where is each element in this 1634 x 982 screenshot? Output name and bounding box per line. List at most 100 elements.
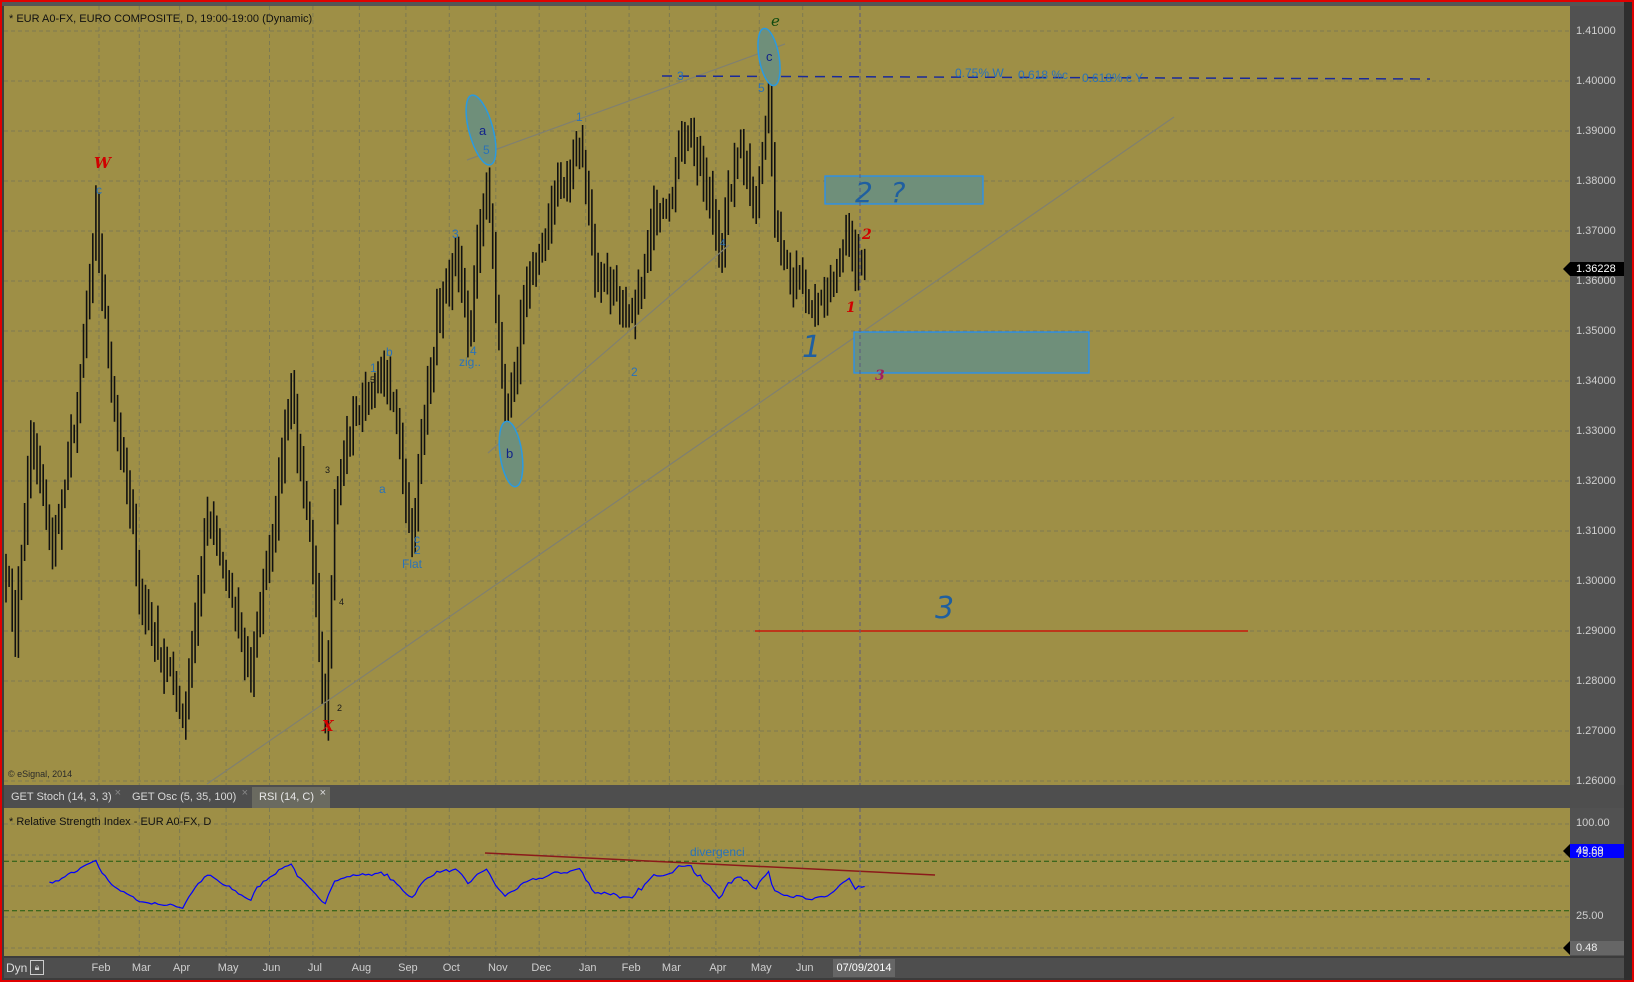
- label-3: 3: [452, 227, 459, 241]
- flat-label: Flat: [402, 557, 423, 571]
- month-tick-label: Dec: [531, 962, 551, 974]
- fib-label-w: 0.75% W: [955, 66, 1004, 80]
- big-wave-3-label: 3: [935, 591, 955, 626]
- price-tick-label: 1.27000: [1576, 725, 1616, 737]
- right-scrollbar-strip[interactable]: [1624, 2, 1632, 980]
- label-2-small: 2: [337, 703, 343, 713]
- month-tick-label: Mar: [661, 962, 681, 974]
- price-chart-pane[interactable]: * EUR A0-FX, EURO COMPOSITE, D, 19:00-19…: [4, 6, 1570, 785]
- current-price-tag: 1.36228: [1563, 262, 1624, 276]
- tab-get-osc[interactable]: GET Osc (5, 35, 100) ×: [125, 787, 252, 808]
- divergence-label: divergenci: [690, 845, 745, 859]
- tab-label: GET Osc (5, 35, 100): [132, 791, 237, 803]
- label-5: 5: [370, 375, 376, 385]
- label-1-upper: 1: [576, 110, 583, 124]
- month-tick-label: Oct: [442, 962, 460, 974]
- lock-icon[interactable]: 🔒︎: [30, 960, 44, 975]
- ellipse-c-5: 5: [758, 81, 765, 95]
- label-4-small: 4: [339, 597, 345, 607]
- price-tick-label: 1.34000: [1576, 375, 1616, 387]
- month-tick-label: Aug: [351, 962, 372, 974]
- drawing-layer: [206, 6, 1431, 785]
- wave-e-label: e: [771, 12, 780, 30]
- tab-label: GET Stoch (14, 3, 3): [11, 791, 112, 803]
- price-tick-label: 1.30000: [1576, 575, 1616, 587]
- close-icon[interactable]: ×: [320, 783, 326, 804]
- ellipse-b-label: b: [506, 446, 514, 461]
- red-3-label: 3: [875, 368, 885, 384]
- price-axis[interactable]: 1.36228 1.41000 1.40000 1.39000 1.38000 1.37…: [1563, 6, 1624, 787]
- time-axis[interactable]: Dyn 🔒︎ 07/09/2014 Feb Mar Apr May Jun Jul Aug S…: [4, 958, 1624, 978]
- ellipse-a-5: 5: [483, 143, 490, 157]
- wave-2-question-label: 2 ?: [855, 176, 906, 209]
- ellipse-a-label: a: [479, 123, 487, 138]
- wave-3-zone[interactable]: [853, 331, 1090, 374]
- price-tick-label: 1.31000: [1576, 525, 1616, 537]
- fib-label-c: 0.618 %c: [1018, 68, 1069, 82]
- month-tick-label: Sep: [398, 962, 418, 974]
- close-icon[interactable]: ×: [115, 783, 121, 804]
- month-tick-label: Feb: [621, 962, 641, 974]
- dynamic-mode-label[interactable]: Dyn: [6, 961, 27, 975]
- month-tick-label: Feb: [91, 962, 111, 974]
- month-tick-label: Jun: [795, 962, 814, 974]
- chart-title: * EUR A0-FX, EURO COMPOSITE, D, 19:00-19…: [9, 13, 313, 25]
- month-tick-label: Jun: [262, 962, 281, 974]
- price-tick-label: 1.28000: [1576, 675, 1616, 687]
- rsi-chart-svg: [4, 808, 1570, 956]
- upper-channel-line[interactable]: [466, 43, 786, 161]
- wave-c-label: c: [96, 183, 102, 197]
- rsi-tick-label: 100.00: [1576, 817, 1610, 829]
- red-2-label: 2: [862, 227, 872, 243]
- price-tick-label: 1.39000: [1576, 125, 1616, 137]
- rsi-line: [49, 859, 865, 910]
- tab-label: RSI (14, C): [259, 791, 315, 803]
- month-tick-label: Apr: [173, 962, 191, 974]
- tab-rsi[interactable]: RSI (14, C) ×: [252, 787, 330, 808]
- long-trendline[interactable]: [206, 116, 1175, 785]
- wave-w-label: W: [94, 154, 111, 172]
- close-icon[interactable]: ×: [242, 783, 248, 804]
- price-tick-label: 1.40000: [1576, 75, 1616, 87]
- copyright: © eSignal, 2014: [8, 769, 73, 779]
- price-tick-label: 1.29000: [1576, 625, 1616, 637]
- month-tick-label: Jan: [578, 962, 597, 974]
- wave-x-label: X: [322, 717, 334, 735]
- zig-label: zig..: [459, 355, 482, 369]
- cursor-date: 07/09/2014: [833, 959, 895, 977]
- label-2-lower: 2: [631, 365, 638, 379]
- rsi-pane[interactable]: * Relative Strength Index - EUR A0-FX, D…: [4, 808, 1570, 956]
- red-1-label: 1: [846, 300, 856, 316]
- month-tick-label: May: [750, 962, 772, 974]
- price-tick-label: 1.41000: [1576, 25, 1616, 37]
- label-b: b: [386, 345, 393, 359]
- big-wave-1-label: 1: [802, 330, 822, 365]
- price-tick-label: 1.37000: [1576, 225, 1616, 237]
- tab-get-stoch[interactable]: GET Stoch (14, 3, 3) ×: [4, 787, 125, 808]
- flat-2-label: 2: [414, 543, 421, 557]
- month-tick-label: May: [217, 962, 239, 974]
- month-tick-label: Jul: [307, 962, 322, 974]
- rsi-tick-label: 75.00: [1576, 848, 1604, 860]
- fib-label-cy: 0.618% c Y: [1082, 71, 1144, 85]
- label-1: 1: [370, 361, 377, 375]
- rsi-title: * Relative Strength Index - EUR A0-FX, D: [9, 816, 212, 828]
- month-tick-label: Mar: [131, 962, 151, 974]
- month-tick-label: Nov: [488, 962, 508, 974]
- label-a: a: [379, 482, 386, 496]
- rsi-min-tag: 0.48: [1563, 941, 1624, 955]
- indicator-tab-bar: GET Stoch (14, 3, 3) × GET Osc (5, 35, 10…: [4, 785, 1624, 808]
- rsi-axis[interactable]: 49.69 0.48 100.00 75.00 25.00: [1563, 808, 1624, 956]
- price-tick-label: 1.38000: [1576, 175, 1616, 187]
- ellipse-c-label: c: [766, 49, 773, 64]
- price-tick-label: 1.32000: [1576, 475, 1616, 487]
- price-tick-label: 1.36000: [1576, 275, 1616, 287]
- label-4-upper: 4: [720, 238, 726, 249]
- month-tick-label: Apr: [709, 962, 727, 974]
- rsi-tick-label: 25.00: [1576, 910, 1604, 922]
- price-tick-label: 1.35000: [1576, 325, 1616, 337]
- price-tick-label: 1.33000: [1576, 425, 1616, 437]
- label-3-small: 3: [325, 465, 331, 475]
- lower-channel-line[interactable]: [487, 244, 730, 454]
- label-3-dashed: 3: [677, 69, 684, 83]
